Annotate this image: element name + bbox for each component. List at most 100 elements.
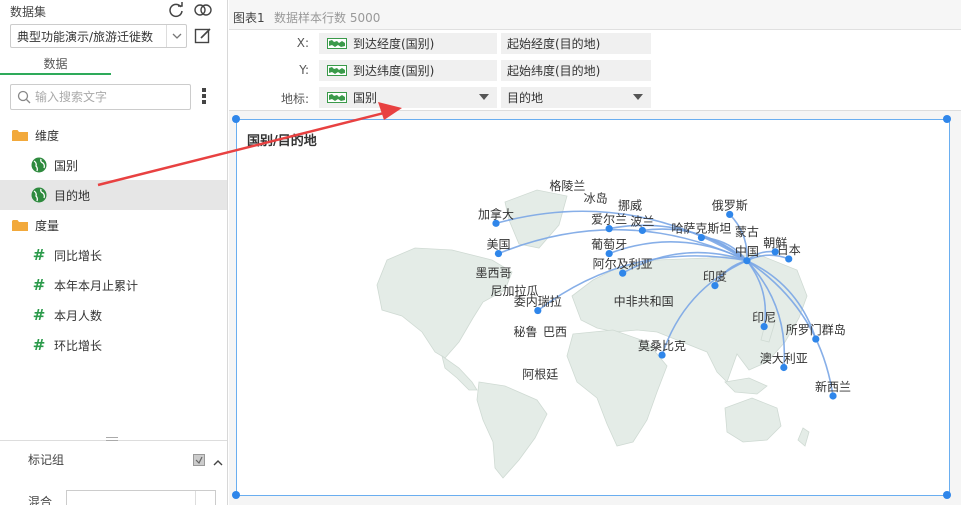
sample-rows-text: 数据样本行数 5000 (274, 11, 381, 25)
measure-group[interactable]: 度量 (0, 210, 227, 240)
x-axis-row: X: 到达经度(国别) 起始经度(目的地) (229, 30, 961, 56)
map-icon (327, 38, 347, 49)
dimension-group[interactable]: 维度 (0, 120, 227, 150)
place-label: 美国 (486, 238, 510, 252)
place-label: 俄罗斯 (712, 198, 748, 212)
y-field-pill[interactable]: 起始纬度(目的地) (501, 60, 651, 81)
place-label: 中非共和国 (614, 294, 674, 309)
edit-dataset-icon[interactable] (194, 27, 212, 48)
measure-item-label: 本月人数 (54, 308, 103, 323)
place-label: 葡萄牙 (591, 238, 627, 252)
chart-canvas-area: 国别/目的地 格陵兰 冰岛 挪威 俄罗斯 加拿大 美国 爱尔兰 波兰 哈萨克斯坦… (229, 111, 961, 505)
chart-topbar: 图表1 数据样本行数 5000 (229, 0, 961, 30)
land-australia (724, 397, 782, 443)
caret-down-icon[interactable] (633, 94, 643, 100)
place-label: 日本 (777, 243, 801, 257)
dimension-item-label: 目的地 (54, 188, 91, 203)
place-label: 波兰 (630, 214, 654, 228)
measure-item-label: 同比增长 (54, 248, 103, 263)
dataset-tools (167, 1, 213, 19)
place-label: 印尼 (752, 311, 776, 325)
place-label: 秘鲁 (514, 325, 538, 339)
geo-field-pill[interactable]: 目的地 (501, 87, 651, 108)
x-field-pill-label: 到达经度(国别) (353, 37, 435, 51)
dimension-group-label: 维度 (35, 128, 60, 143)
mix-label: 混合 (28, 495, 53, 505)
caret-down-icon[interactable] (479, 94, 489, 100)
land-north-america (376, 247, 513, 359)
dataset-select[interactable]: 典型功能演示/旅游迁徙数 (10, 24, 187, 48)
place-label: 阿尔及利亚 (593, 256, 653, 271)
y-field-pill-label: 起始纬度(目的地) (507, 64, 601, 78)
measure-item[interactable]: # 本年本月止累计 (0, 270, 227, 300)
chevron-up-icon[interactable] (213, 455, 223, 469)
place-label: 所罗门群岛 (786, 322, 846, 337)
x-field-pill[interactable]: 起始经度(目的地) (501, 33, 651, 54)
x-field-pill-label: 起始经度(目的地) (507, 37, 601, 51)
place-label: 中国 (735, 244, 759, 259)
folder-icon (11, 129, 29, 142)
map-icon (327, 92, 347, 103)
resize-handle[interactable] (232, 115, 240, 123)
marker-group-panel: 标记组 混合 (0, 437, 227, 505)
number-icon: # (32, 306, 46, 324)
dimension-item[interactable]: 国别 (0, 150, 227, 180)
place-label: 阿根廷 (522, 368, 558, 382)
measure-item[interactable]: # 同比增长 (0, 240, 227, 270)
folder-icon (11, 219, 29, 232)
land-south-america (476, 381, 548, 479)
place-label: 蒙古 (735, 224, 759, 239)
dimension-item[interactable]: 目的地 (0, 180, 227, 210)
marker-group-tools (193, 454, 223, 469)
number-icon: # (32, 246, 46, 264)
measure-item-label: 环比增长 (54, 338, 103, 353)
chevron-down-icon[interactable] (166, 25, 186, 47)
resize-handle[interactable] (106, 437, 118, 441)
app-window: 数据集 典型功能演示/旅游迁徙数 数据 输入搜索文字 维度 国别 目的地 度量 … (0, 0, 961, 505)
place-label: 挪威 (618, 198, 642, 212)
geo-label: 地标: (280, 92, 309, 106)
dataset-label: 数据集 (10, 5, 47, 19)
land-new-zealand (797, 427, 810, 447)
measure-item[interactable]: # 环比增长 (0, 330, 227, 360)
place-label: 冰岛 (584, 190, 608, 205)
geo-field-pill[interactable]: 国别 (319, 87, 497, 108)
place-label: 莫桑比克 (638, 339, 686, 353)
tag-icon[interactable] (193, 454, 205, 469)
geo-field-pill-label: 目的地 (507, 91, 544, 105)
chevron-down-icon[interactable] (195, 491, 215, 505)
geo-row: 地标: 国别 目的地 (229, 84, 961, 110)
place-label: 澳大利亚 (760, 352, 808, 366)
y-axis-row: Y: 到达纬度(国别) 起始纬度(目的地) (229, 57, 961, 83)
chart-component[interactable]: 国别/目的地 格陵兰 冰岛 挪威 俄罗斯 加拿大 美国 爱尔兰 波兰 哈萨克斯坦… (236, 119, 950, 496)
x-field-pill[interactable]: 到达经度(国别) (319, 33, 497, 54)
refresh-icon[interactable] (167, 1, 185, 19)
place-label: 格陵兰 (549, 178, 585, 193)
dimension-item-label: 国别 (54, 158, 79, 173)
flow-map-svg: 格陵兰冰岛挪威 俄罗斯加拿大美国爱尔兰 波兰哈萨克斯坦 蒙古朝鲜中国葡萄牙 日本阿尔及利… (376, 178, 851, 479)
place-label: 加拿大 (478, 206, 514, 221)
mix-select[interactable] (66, 490, 216, 505)
y-axis-label: Y: (299, 63, 309, 77)
resize-handle[interactable] (943, 491, 951, 499)
dataset-link-icon[interactable] (193, 1, 213, 19)
place-label: 哈萨克斯坦 (671, 222, 731, 236)
left-panel: 数据集 典型功能演示/旅游迁徙数 数据 输入搜索文字 维度 国别 目的地 度量 … (0, 0, 228, 505)
tab-data[interactable]: 数据 (0, 55, 111, 75)
y-field-pill[interactable]: 到达纬度(国别) (319, 60, 497, 81)
y-field-pill-label: 到达纬度(国别) (353, 64, 435, 78)
place-label: 委内瑞拉 (514, 294, 562, 309)
place-label: 新西兰 (815, 379, 851, 394)
resize-handle[interactable] (943, 115, 951, 123)
search-input[interactable] (31, 90, 190, 104)
resize-handle[interactable] (232, 491, 240, 499)
field-tree: 维度 国别 目的地 度量 # 同比增长 # 本年本月止累计 # 本月人数 # 环… (0, 120, 227, 360)
measure-item[interactable]: # 本月人数 (0, 300, 227, 330)
land-central-america (441, 355, 478, 391)
chart-editor: 图表1 数据样本行数 5000 X: 到达经度(国别) 起始经度(目的地) Y:… (229, 0, 961, 505)
place-label: 巴西 (543, 325, 567, 339)
place-label: 爱尔兰 (591, 212, 627, 227)
chart-name[interactable]: 图表1 (233, 9, 265, 26)
field-search-box (10, 84, 191, 110)
more-options-icon[interactable] (202, 88, 208, 106)
